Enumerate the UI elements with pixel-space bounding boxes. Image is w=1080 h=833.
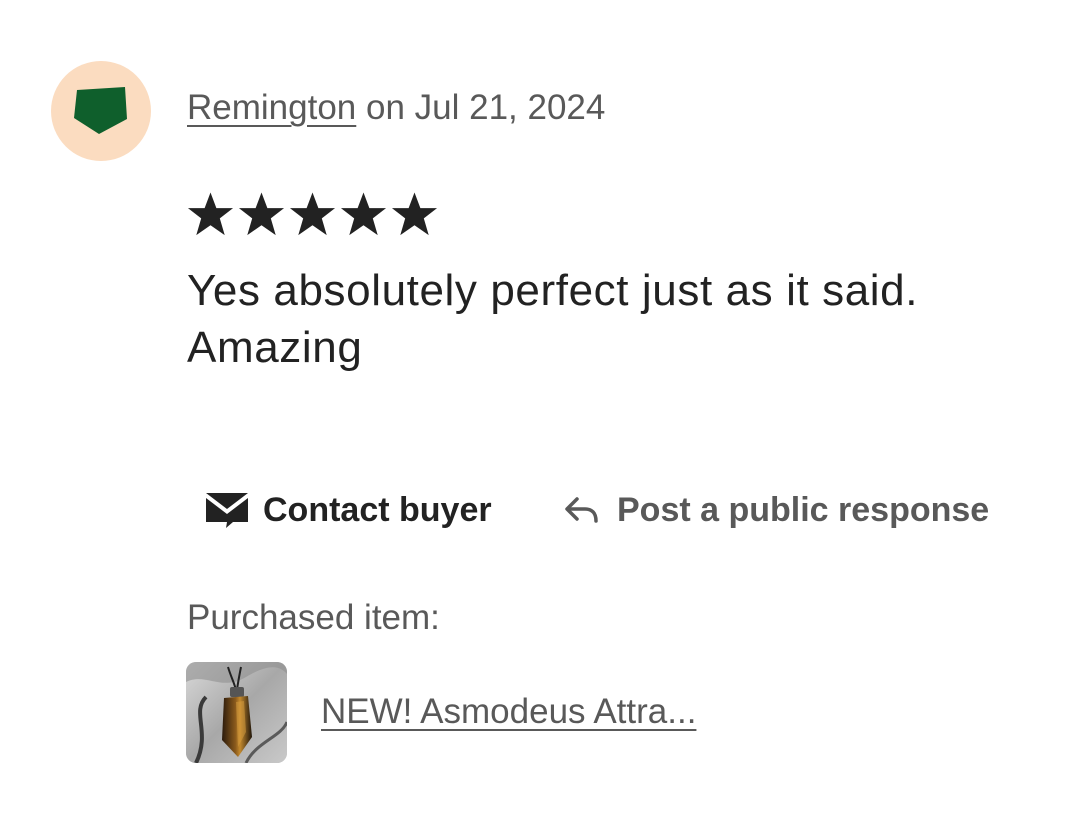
star-icon <box>186 190 235 238</box>
star-icon <box>237 190 286 238</box>
reply-arrow-icon <box>563 495 599 525</box>
reviewer-name-link[interactable]: Remington <box>187 88 356 127</box>
post-public-response-button[interactable]: Post a public response <box>563 486 989 534</box>
review-date: on Jul 21, 2024 <box>356 88 606 127</box>
review-text: Yes absolutely perfect just as it said. … <box>187 266 919 372</box>
envelope-icon <box>205 492 249 528</box>
reviewer-avatar[interactable] <box>51 61 151 161</box>
star-rating <box>186 190 439 238</box>
purchased-item-label: Purchased item: <box>187 598 440 637</box>
purchased-item-thumbnail[interactable] <box>186 662 287 763</box>
star-icon <box>339 190 388 238</box>
pentagon-avatar-icon <box>74 87 127 134</box>
purchased-item-link[interactable]: NEW! Asmodeus Attra... <box>321 690 696 734</box>
contact-buyer-button[interactable]: Contact buyer <box>205 486 492 534</box>
star-icon <box>390 190 439 238</box>
star-icon <box>288 190 337 238</box>
crystal-pendant-thumbnail <box>186 662 287 763</box>
post-public-response-label: Post a public response <box>617 490 990 529</box>
review-meta: Remington on Jul 21, 2024 <box>187 86 605 130</box>
review-card: Remington on Jul 21, 2024 Yes absolutely… <box>0 0 1080 833</box>
contact-buyer-label: Contact buyer <box>263 490 492 529</box>
